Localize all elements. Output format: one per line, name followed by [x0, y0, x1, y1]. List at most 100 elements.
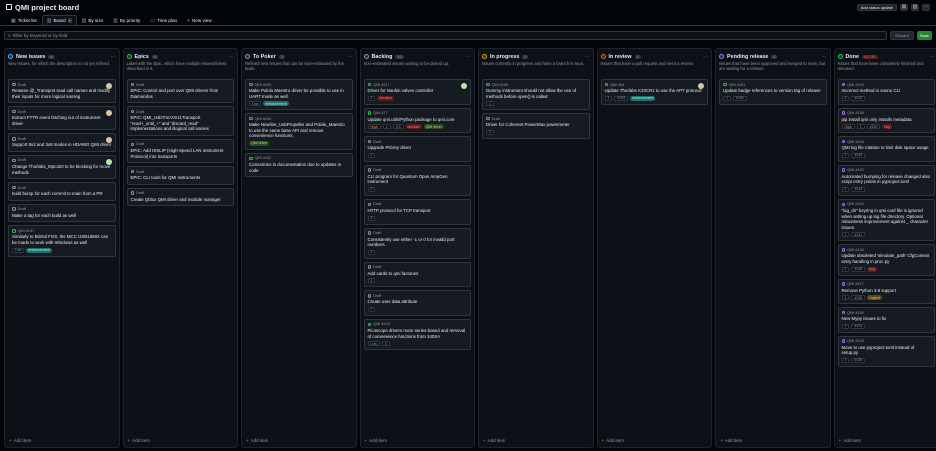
add-item-button[interactable]: + Add item: [720, 438, 742, 443]
card-title[interactable]: Support 8x2 and 3x8 modes in HDAWG QMI d…: [12, 142, 112, 148]
card-title[interactable]: Create Qblox QMI driver and module manag…: [131, 197, 231, 203]
column-menu-icon[interactable]: ⋯: [466, 54, 471, 60]
issue-card[interactable]: QMI #142 Automated bumping for release ch…: [837, 164, 935, 196]
issue-card[interactable]: Draft Create Qblox QMI driver and module …: [126, 187, 234, 207]
issue-card[interactable]: QMI #130 New Mypy issues to fix 1 #131: [837, 307, 935, 333]
card-title[interactable]: Move to use pyproject.toml instead of se…: [842, 345, 931, 356]
card-title[interactable]: HTTP protocol for TCP transport: [368, 208, 468, 214]
card-title[interactable]: Picoscope drivers more series-based and …: [368, 328, 468, 339]
issue-card[interactable]: Draft Consistently use either -1 or 0 for…: [363, 227, 471, 259]
issue-card[interactable]: QMI #77 Update qmi.utils/Python package t…: [363, 107, 471, 134]
avatar[interactable]: [105, 110, 112, 117]
column-menu-icon[interactable]: ⋯: [348, 54, 353, 60]
issue-card[interactable]: Draft CLI program for Quantum Opus AmpGen…: [363, 164, 471, 196]
tab-time-plan[interactable]: ▭ Time plan: [145, 15, 182, 25]
add-item-button[interactable]: + Add item: [365, 438, 387, 443]
card-title[interactable]: EPIC: Add HISLIP (High-Speed LAN Instrum…: [131, 148, 231, 159]
card-title[interactable]: Change Thorlabs_Mpc320 to be blocking fo…: [12, 164, 112, 175]
avatar[interactable]: [105, 137, 112, 144]
issue-card[interactable]: Draft EPIC: CLI tools for QMI instruments: [126, 166, 234, 185]
add-item-button[interactable]: + Add item: [483, 438, 505, 443]
card-title[interactable]: Make Pololu Maestro driver be possible t…: [249, 88, 349, 99]
card-title[interactable]: build bump for each commit to main from …: [12, 191, 112, 197]
issue-card[interactable]: Draft Create user data attribute 1: [363, 290, 471, 316]
tab-by-priority[interactable]: ▥ By priority: [108, 15, 145, 25]
issue-card[interactable]: QMI #104 Incorrect method in sonnu CLI 1 #1…: [837, 79, 935, 105]
issue-card[interactable]: Draft HTTP protocol for TCP transport 3: [363, 198, 471, 225]
card-title[interactable]: EPIC: Control and port over QMI drivers …: [131, 88, 231, 99]
column-menu-icon[interactable]: ⋯: [822, 54, 827, 60]
card-title[interactable]: CLI program for Quantum Opus AmpGen inst…: [368, 174, 468, 185]
issue-card[interactable]: Draft Driver for Coherent PowerMax powerm…: [482, 113, 590, 139]
add-item-button[interactable]: + Add item: [246, 438, 268, 443]
card-title[interactable]: Consistently use either -1 or 0 for inva…: [368, 237, 468, 248]
discard-button[interactable]: Discard: [890, 30, 914, 40]
more-menu-icon[interactable]: ⋯: [922, 3, 930, 11]
add-item-button[interactable]: + Add item: [602, 438, 624, 443]
card-title[interactable]: Upgrade PiGrey driver: [368, 145, 468, 151]
avatar[interactable]: [105, 83, 112, 89]
card-title[interactable]: Driver for Coherent PowerMax powermeter: [486, 122, 586, 128]
card-title[interactable]: Incorrect method in sonnu CLI: [842, 88, 931, 94]
avatar[interactable]: [105, 158, 112, 165]
tab-board[interactable]: ▥ Board ▾: [41, 15, 77, 25]
save-button[interactable]: Save: [916, 30, 932, 40]
issue-card[interactable]: QMI #81 Update Thorlabs K10CR1 to use the…: [600, 79, 708, 105]
card-title[interactable]: EPIC: CLI tools for QMI instruments: [131, 175, 231, 181]
card-title[interactable]: Update Thorlabs K10CR1 to use the APT pr…: [605, 88, 705, 94]
insights-icon[interactable]: ▤: [900, 3, 908, 11]
issue-card[interactable]: Draft Extract FTTR event fetching out of …: [8, 106, 116, 131]
card-title[interactable]: Similarly to Bristol FOS, the MCC USB180…: [12, 234, 112, 245]
issue-card[interactable]: QMI #159 Dummy instrument should not allo…: [482, 79, 590, 111]
card-title[interactable]: "log_dir" keyring in qmi.conf file is ig…: [842, 208, 931, 230]
add-status-update-button[interactable]: Add status update: [856, 3, 897, 11]
card-title[interactable]: Rename @_Transport read call names and m…: [12, 88, 112, 99]
issue-card[interactable]: Draft EPIC: Add HISLIP (High-Speed LAN In…: [126, 138, 234, 164]
column-menu-icon[interactable]: ⋯: [111, 54, 116, 60]
issue-card[interactable]: QMI #158 pip install qmi only installs me…: [837, 107, 935, 134]
issue-card[interactable]: Draft Rename @_Transport read call names …: [8, 79, 116, 104]
issue-card[interactable]: Draft EPIC: Control and port over QMI dri…: [126, 79, 234, 104]
issue-card[interactable]: Draft EPIC: QMI_UsbTmcVXI11Transport "rea…: [126, 106, 234, 136]
card-title[interactable]: pip install qmi only installs metadata: [842, 117, 931, 123]
issue-card[interactable]: QMI #125 Move to use pyproject.toml inste…: [837, 335, 935, 367]
issue-card[interactable]: Draft Support 8x2 and 3x8 modes in HDAWG …: [8, 133, 116, 152]
card-title[interactable]: Make a tag for each build as well: [12, 213, 112, 219]
column-menu-icon[interactable]: ⋯: [229, 54, 234, 60]
issue-card[interactable]: QMI #134 Update obsoleted 'simulate_path'…: [837, 244, 935, 276]
issue-card[interactable]: QMI #117 Driver for Nankin valves control…: [363, 79, 471, 105]
issue-card[interactable]: Draft Change Thorlabs_Mpc320 to be blocki…: [8, 154, 116, 180]
issue-card[interactable]: QMI #148 QMI log file rotation to limit d…: [837, 136, 935, 162]
card-title[interactable]: Automated bumping for release changed al…: [842, 174, 931, 185]
issue-card[interactable]: Draft Upgrade PiGrey driver 1: [363, 136, 471, 162]
issue-card[interactable]: QMI #140 "log_dir" keyring in qmi.conf fi…: [837, 198, 935, 242]
add-item-button[interactable]: + Add item: [9, 438, 31, 443]
issue-card[interactable]: QMI #137 Similarly to Bristol FOS, the MC…: [8, 225, 116, 257]
card-title[interactable]: Update qmi.utils/Python package to qmi.c…: [368, 117, 468, 123]
card-title[interactable]: Driver for Nankin valves controller: [368, 88, 468, 94]
tab-menu-icon[interactable]: ▾: [67, 18, 72, 23]
card-title[interactable]: EPIC: QMI_UsbTmcVXI11Transport "read+_un…: [131, 115, 231, 132]
issue-card[interactable]: QMI #150 Make Newline_UsbPropeller and Po…: [245, 113, 353, 150]
card-title[interactable]: Add cards to qmi factories: [368, 271, 468, 277]
card-title[interactable]: QMI log file rotation to limit disk spac…: [842, 145, 931, 151]
issue-card[interactable]: QMI #151 Update badge references to versi…: [719, 79, 827, 105]
issue-card[interactable]: Draft Add cards to qmi factories 1: [363, 261, 471, 288]
issue-card[interactable]: QMI #155 Make Pololu Maestro driver be po…: [245, 79, 353, 111]
tab-by-size[interactable]: ▥ By size: [77, 15, 109, 25]
avatar[interactable]: [698, 83, 704, 89]
card-title[interactable]: Update badge references to version tag o…: [723, 88, 823, 94]
issue-card[interactable]: Draft build bump for each commit to main …: [8, 182, 116, 201]
issue-card[interactable]: QMI #123 Picoscope drivers more series-ba…: [363, 318, 471, 351]
filter-input[interactable]: ≡ Filter by keyword or by field: [4, 30, 888, 40]
column-menu-icon[interactable]: ⋯: [703, 54, 708, 60]
avatar[interactable]: [461, 83, 467, 89]
add-item-button[interactable]: + Add item: [839, 438, 861, 443]
card-title[interactable]: Dummy instrument should not allow the us…: [486, 88, 586, 99]
issue-card[interactable]: QMI #152 Corrections in documentation due…: [245, 152, 353, 178]
tab-new-view[interactable]: + New view: [182, 15, 217, 25]
card-title[interactable]: Create user data attribute: [368, 299, 468, 305]
card-title[interactable]: Make Newline_UsbPropeller and Pololu_Mae…: [249, 122, 349, 139]
card-title[interactable]: Update obsoleted 'simulate_path' CfgCont…: [842, 253, 931, 264]
add-item-button[interactable]: + Add item: [128, 438, 150, 443]
